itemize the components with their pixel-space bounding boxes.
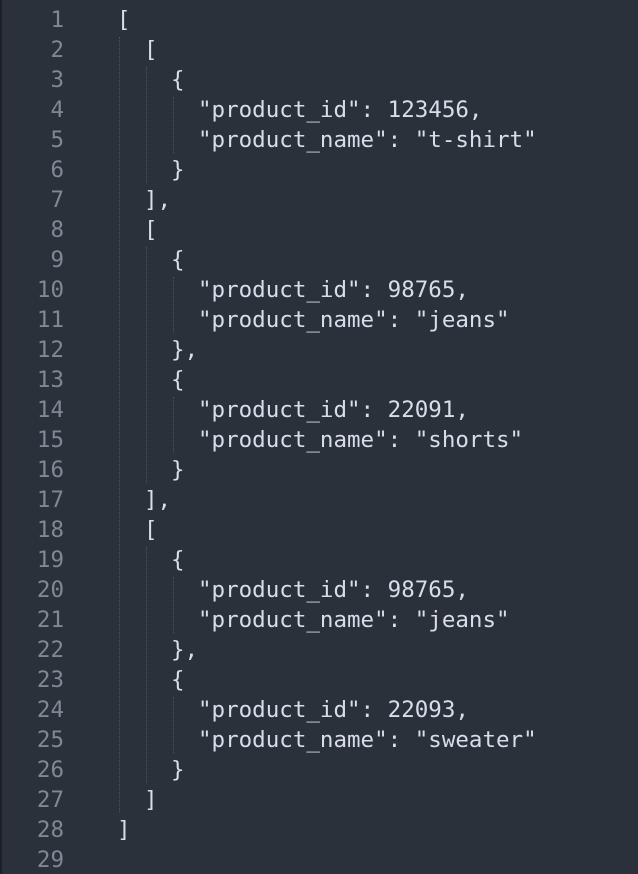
line-number: 29	[36, 847, 64, 873]
line-number: 28	[36, 817, 64, 843]
code-line[interactable]: 24 "product_id": 22093,	[0, 695, 638, 725]
line-number: 18	[36, 517, 64, 543]
line-number: 26	[36, 757, 64, 783]
code-line[interactable]: 3{	[0, 65, 638, 95]
line-number: 21	[36, 607, 64, 633]
line-number: 3	[50, 67, 64, 93]
line-number: 6	[50, 157, 64, 183]
code-line[interactable]: 18 [	[0, 515, 638, 545]
code-line[interactable]: 16}	[0, 455, 638, 485]
line-number: 5	[50, 127, 64, 153]
line-text: "product_id": 22091,	[198, 397, 469, 423]
line-number: 14	[36, 397, 64, 423]
line-text: ],	[144, 487, 172, 513]
code-line[interactable]: 29	[0, 845, 638, 874]
line-text: "product_id": 123456,	[198, 97, 483, 123]
code-line[interactable]: 11 "product_name": "jeans"	[0, 305, 638, 335]
code-line[interactable]: 19 {	[0, 545, 638, 575]
indent-guide	[119, 37, 120, 813]
line-text: "product_name": "t-shirt"	[198, 127, 537, 153]
line-text: [	[117, 7, 131, 33]
line-number: 12	[36, 337, 64, 363]
line-number: 27	[36, 787, 64, 813]
code-line[interactable]: 23 {	[0, 665, 638, 695]
indent-guide	[173, 697, 174, 753]
line-text: {	[171, 367, 185, 393]
line-number: 13	[36, 367, 64, 393]
line-text: ]	[144, 787, 158, 813]
line-text: {	[171, 247, 185, 273]
line-number: 17	[36, 487, 64, 513]
code-line[interactable]: 9{	[0, 245, 638, 275]
line-number: 8	[50, 217, 64, 243]
indent-guide	[173, 397, 174, 453]
code-line[interactable]: 22},	[0, 635, 638, 665]
line-number: 20	[36, 577, 64, 603]
indent-guide	[173, 277, 174, 333]
line-text: "product_id": 98765,	[198, 577, 469, 603]
code-line[interactable]: 14 "product_id": 22091,	[0, 395, 638, 425]
code-line[interactable]: 25 "product_name": "sweater"	[0, 725, 638, 755]
indent-guide	[173, 97, 174, 153]
line-text: }	[171, 457, 185, 483]
line-text: ]	[117, 817, 131, 843]
line-text: {	[171, 667, 185, 693]
line-text: ],	[144, 187, 172, 213]
line-text: "product_name": "jeans"	[198, 607, 510, 633]
code-line[interactable]: 1[	[0, 5, 638, 35]
indent-guide	[146, 547, 147, 783]
code-line[interactable]: 15 "product_name": "shorts"	[0, 425, 638, 455]
code-line[interactable]: 12},	[0, 335, 638, 365]
line-number: 24	[36, 697, 64, 723]
indent-guide	[173, 577, 174, 633]
line-number: 10	[36, 277, 64, 303]
code-line[interactable]: 5 "product_name": "t-shirt"	[0, 125, 638, 155]
line-number: 23	[36, 667, 64, 693]
line-text: "product_name": "shorts"	[198, 427, 524, 453]
line-number: 4	[50, 97, 64, 123]
line-number: 1	[50, 7, 64, 33]
line-text: },	[171, 637, 199, 663]
line-text: "product_id": 98765,	[198, 277, 469, 303]
code-editor[interactable]: 1[2[3{4 "product_id": 123456, 5 "product_na…	[0, 0, 638, 874]
indent-guide	[146, 247, 147, 483]
code-line[interactable]: 26}	[0, 755, 638, 785]
code-line[interactable]: 10 "product_id": 98765,	[0, 275, 638, 305]
line-text: [	[144, 517, 158, 543]
line-number: 25	[36, 727, 64, 753]
code-line[interactable]: 21 "product_name": "jeans"	[0, 605, 638, 635]
line-number: 7	[50, 187, 64, 213]
line-number: 9	[50, 247, 64, 273]
line-text: [	[144, 217, 158, 243]
line-text: {	[171, 547, 185, 573]
code-line[interactable]: 6}	[0, 155, 638, 185]
line-text: "product_id": 22093,	[198, 697, 469, 723]
line-text: "product_name": "sweater"	[198, 727, 537, 753]
line-number: 16	[36, 457, 64, 483]
code-line[interactable]: 13 {	[0, 365, 638, 395]
code-line[interactable]: 20 "product_id": 98765,	[0, 575, 638, 605]
code-line[interactable]: 8[	[0, 215, 638, 245]
code-line[interactable]: 28]	[0, 815, 638, 845]
line-number: 11	[36, 307, 64, 333]
line-text: },	[171, 337, 199, 363]
indent-guide	[146, 67, 147, 183]
line-number: 19	[36, 547, 64, 573]
code-line[interactable]: 17],	[0, 485, 638, 515]
code-line[interactable]: 27]	[0, 785, 638, 815]
line-text: [	[144, 37, 158, 63]
code-line[interactable]: 7],	[0, 185, 638, 215]
line-text: "product_name": "jeans"	[198, 307, 510, 333]
line-text: }	[171, 157, 185, 183]
line-number: 15	[36, 427, 64, 453]
line-number: 22	[36, 637, 64, 663]
code-line[interactable]: 2[	[0, 35, 638, 65]
line-text: }	[171, 757, 185, 783]
line-number: 2	[50, 37, 64, 63]
line-text: {	[171, 67, 185, 93]
code-line[interactable]: 4 "product_id": 123456,	[0, 95, 638, 125]
